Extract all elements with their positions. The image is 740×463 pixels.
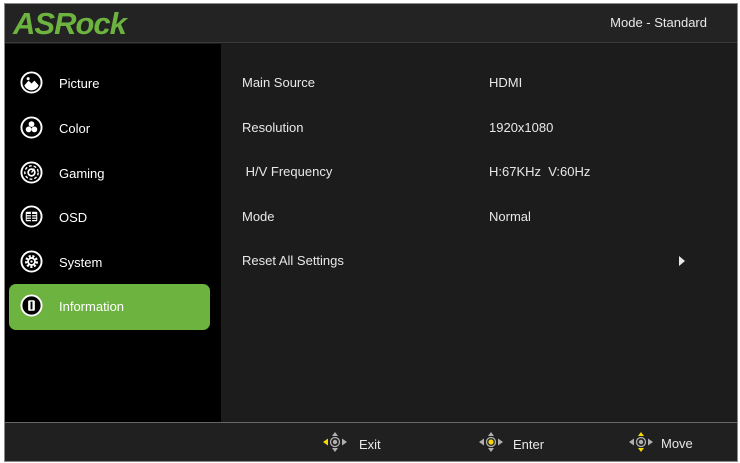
sidebar-item-label: OSD [59, 210, 88, 225]
sidebar-item-color[interactable]: Color [9, 106, 210, 152]
sidebar-item-label: Color [59, 121, 91, 136]
resolution-row: Resolution 1920x1080 [221, 120, 737, 140]
sidebar-item-osd[interactable]: OSD [9, 195, 210, 241]
information-icon [20, 294, 43, 317]
main-source-label: Main Source [242, 75, 315, 90]
svg-text:ASRock: ASRock [12, 7, 129, 39]
move-label: Move [661, 436, 693, 451]
osd-icon [20, 205, 43, 228]
mode-label: Mode - Standard [610, 15, 707, 30]
sidebar-item-label: System [59, 255, 103, 270]
frequency-value: H:67KHz V:60Hz [489, 164, 591, 179]
sidebar-item-label: Gaming [59, 166, 105, 181]
reset-all-settings-label: Reset All Settings [242, 253, 344, 268]
mode-value: Normal [489, 209, 531, 224]
sidebar-item-gaming[interactable]: Gaming [9, 151, 210, 197]
sidebar-menu: Picture Color Gaming OSD System Informat… [5, 44, 221, 422]
main-source-row: Main Source HDMI [221, 75, 737, 95]
sidebar-item-information[interactable]: Information [9, 284, 210, 330]
system-icon [20, 250, 43, 273]
exit-key-icon [323, 432, 347, 452]
asrock-logo: ASRock [12, 7, 130, 39]
enter-key-icon [479, 432, 503, 452]
mode-label-text: Mode [242, 209, 275, 224]
frequency-row: H/V Frequency H:67KHz V:60Hz [221, 164, 737, 184]
sidebar-item-label: Picture [59, 76, 100, 91]
mode-row: Mode Normal [221, 209, 737, 229]
chevron-right-icon [679, 256, 685, 266]
resolution-value: 1920x1080 [489, 120, 554, 135]
main-source-value: HDMI [489, 75, 523, 90]
osd-window: ASRock Mode - Standard Picture Color Gam… [4, 3, 738, 462]
frequency-label: H/V Frequency [242, 164, 333, 179]
sidebar-item-picture[interactable]: Picture [9, 61, 210, 107]
picture-icon [20, 71, 43, 94]
enter-label: Enter [513, 437, 545, 452]
information-panel: Main Source HDMI Resolution 1920x1080 H/… [221, 44, 737, 422]
color-icon [20, 116, 43, 139]
sidebar-item-system[interactable]: System [9, 240, 210, 286]
header-bar: ASRock Mode - Standard [5, 4, 737, 43]
gaming-icon [20, 161, 43, 184]
resolution-label: Resolution [242, 120, 304, 135]
exit-label: Exit [359, 437, 381, 452]
sidebar-item-label: Information [59, 299, 125, 314]
move-key-icon [629, 432, 653, 452]
footer-hints: Exit Enter Move [5, 422, 737, 461]
reset-all-settings-row[interactable]: Reset All Settings [221, 253, 737, 273]
